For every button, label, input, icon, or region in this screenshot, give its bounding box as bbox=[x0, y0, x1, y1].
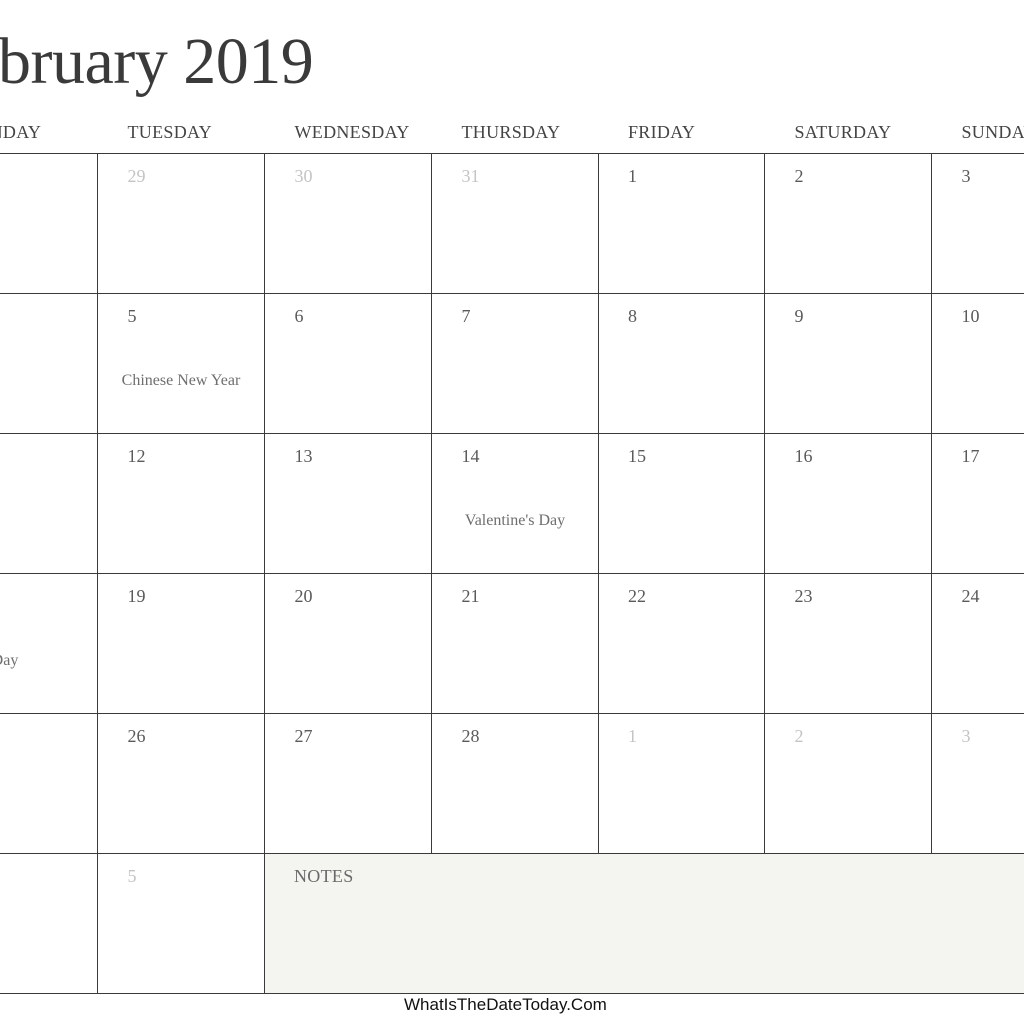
day-number: 2 bbox=[794, 726, 804, 746]
day-number: 19 bbox=[127, 586, 146, 606]
day-cell[interactable]: 31 bbox=[432, 154, 599, 294]
day-cell[interactable]: 29 bbox=[98, 154, 265, 294]
holiday-label: Valentine's Day bbox=[464, 512, 566, 529]
day-number: 27 bbox=[294, 726, 313, 746]
day-number: 21 bbox=[461, 586, 480, 606]
notes-area[interactable]: NOTES bbox=[265, 854, 1024, 993]
grid-column-line bbox=[431, 153, 432, 853]
day-cell[interactable]: 2 bbox=[765, 714, 932, 854]
day-number: 12 bbox=[127, 446, 146, 466]
day-cell[interactable]: 24 bbox=[932, 574, 1024, 714]
grid-column-line bbox=[598, 153, 599, 853]
day-cell[interactable]: 11 bbox=[0, 434, 97, 574]
day-cell[interactable]: 8 bbox=[598, 294, 765, 434]
day-number: 28 bbox=[461, 726, 480, 746]
grid-column-line bbox=[97, 153, 98, 993]
day-cell[interactable]: 23 bbox=[765, 574, 932, 714]
day-cell[interactable]: 20 bbox=[265, 574, 432, 714]
day-number: 3 bbox=[961, 166, 971, 186]
day-number: 5 bbox=[127, 306, 137, 326]
day-cell[interactable]: 27 bbox=[265, 714, 432, 854]
holiday-label: Chinese New Year bbox=[121, 372, 241, 389]
day-number: 5 bbox=[127, 866, 137, 886]
day-cell[interactable]: 28 bbox=[432, 714, 599, 854]
day-number: 16 bbox=[794, 446, 813, 466]
day-cell[interactable]: 26 bbox=[98, 714, 265, 854]
day-cell[interactable]: 22 bbox=[598, 574, 765, 714]
day-cell[interactable]: 14 Valentine's Day bbox=[432, 434, 599, 574]
day-number: 29 bbox=[127, 166, 146, 186]
notes-label: NOTES bbox=[294, 866, 354, 886]
grid-row-line bbox=[0, 433, 1024, 434]
day-number: 15 bbox=[628, 446, 646, 466]
day-number: 3 bbox=[961, 726, 971, 746]
day-cell[interactable]: 15 bbox=[598, 434, 765, 574]
day-number: 24 bbox=[961, 586, 980, 606]
day-cell[interactable]: 4 bbox=[0, 854, 97, 994]
day-number: 14 bbox=[461, 446, 480, 466]
day-cell[interactable]: 19 bbox=[98, 574, 265, 714]
day-cell[interactable]: 7 bbox=[432, 294, 599, 434]
day-cell[interactable]: 25 bbox=[0, 714, 97, 854]
day-cell[interactable]: 28 bbox=[0, 154, 97, 294]
grid-row-line bbox=[0, 293, 1024, 294]
day-number: 2 bbox=[794, 166, 804, 186]
day-number: 17 bbox=[961, 446, 980, 466]
day-cell[interactable]: 3 bbox=[932, 154, 1024, 294]
grid-row-line bbox=[0, 573, 1024, 574]
grid-row-line bbox=[0, 993, 1024, 994]
day-number: 20 bbox=[294, 586, 313, 606]
day-number: 8 bbox=[628, 306, 637, 326]
day-cell[interactable]: 18Presidents' Day bbox=[0, 574, 97, 714]
grid-row-line bbox=[0, 153, 1024, 154]
grid-column-line bbox=[764, 153, 765, 853]
day-number: 9 bbox=[794, 306, 804, 326]
day-cell[interactable]: 5 Chinese New Year bbox=[98, 294, 265, 434]
day-number: 31 bbox=[461, 166, 480, 186]
day-number: 7 bbox=[461, 306, 471, 326]
footer-site-credit: WhatIsTheDateToday.Com bbox=[404, 995, 607, 1014]
grid-row-line bbox=[0, 713, 1024, 714]
day-cell[interactable]: 12 bbox=[98, 434, 265, 574]
day-cell[interactable]: 17 bbox=[932, 434, 1024, 574]
day-cell[interactable]: 1 bbox=[598, 154, 765, 294]
day-cell[interactable]: 3 bbox=[932, 714, 1024, 854]
day-cell[interactable]: 6 bbox=[265, 294, 432, 434]
day-number: 13 bbox=[294, 446, 313, 466]
grid-column-line bbox=[931, 153, 932, 853]
day-cell[interactable]: 10 bbox=[932, 294, 1024, 434]
day-number: 1 bbox=[628, 166, 637, 186]
day-number: 26 bbox=[127, 726, 146, 746]
day-cell[interactable]: 21 bbox=[432, 574, 599, 714]
day-number: 1 bbox=[628, 726, 637, 746]
day-number: 6 bbox=[294, 306, 304, 326]
day-cell[interactable]: 13 bbox=[265, 434, 432, 574]
day-number: 10 bbox=[961, 306, 980, 326]
day-number: 22 bbox=[628, 586, 646, 606]
holiday-label: Presidents' Day bbox=[0, 652, 19, 669]
day-cell[interactable]: 5 bbox=[98, 854, 265, 994]
day-cell[interactable]: 4 bbox=[0, 294, 97, 434]
day-cell[interactable]: 1 bbox=[598, 714, 765, 854]
day-cell[interactable]: 30 bbox=[265, 154, 432, 294]
day-cell[interactable]: 2 bbox=[765, 154, 932, 294]
day-cell[interactable]: 9 bbox=[765, 294, 932, 434]
day-number: 23 bbox=[794, 586, 813, 606]
day-number: 30 bbox=[294, 166, 313, 186]
day-cell[interactable]: 16 bbox=[765, 434, 932, 574]
